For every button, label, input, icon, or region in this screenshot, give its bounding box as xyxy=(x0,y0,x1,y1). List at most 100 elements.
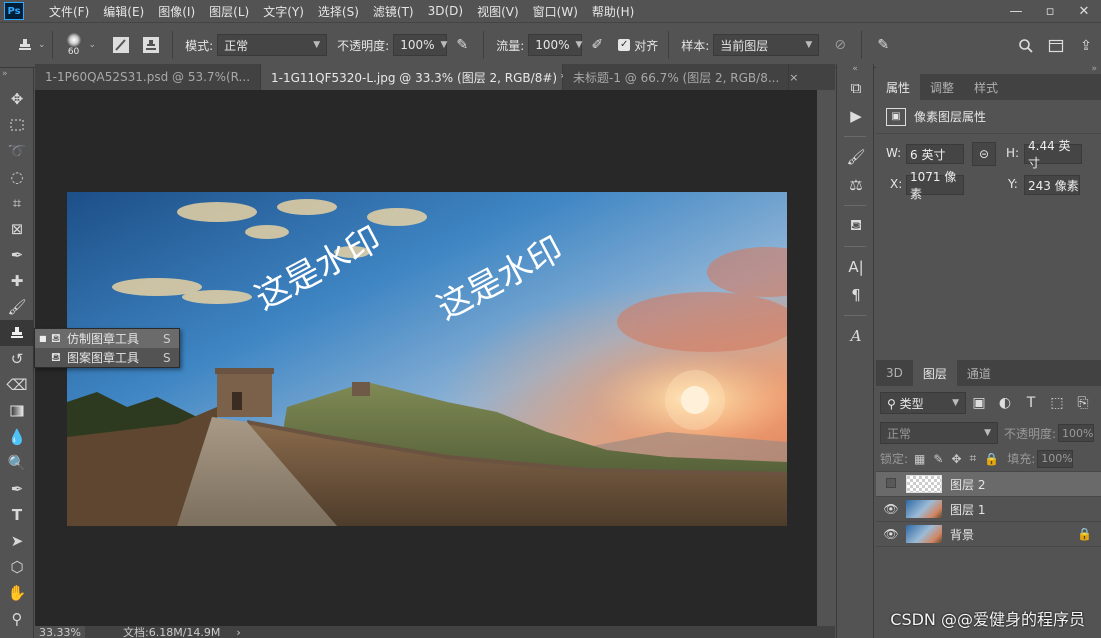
filter-type-icon[interactable]: T xyxy=(1020,392,1042,414)
layer-name[interactable]: 图层 1 xyxy=(950,501,1101,518)
character-icon[interactable]: A| xyxy=(837,253,875,281)
share-icon[interactable]: ⇪ xyxy=(1075,35,1097,57)
eye-icon[interactable]: 👁 xyxy=(876,502,906,516)
lock-pixels-icon[interactable]: ✎ xyxy=(933,452,943,466)
paragraph-icon[interactable]: ¶ xyxy=(837,281,875,309)
maximize-icon[interactable]: ▫ xyxy=(1033,0,1067,22)
tool-preset-arrow-icon[interactable]: ⌄ xyxy=(38,40,46,50)
blend-mode-select[interactable]: 正常 ▼ xyxy=(880,422,998,444)
flyout-pattern-stamp[interactable]: ⛾ 图案图章工具 S xyxy=(35,348,179,367)
flow-input[interactable]: 100% ▼ xyxy=(528,34,582,56)
clone-stamp-tool-icon[interactable] xyxy=(0,320,34,346)
menu-view[interactable]: 视图(V) xyxy=(470,3,526,20)
tab-3d[interactable]: 3D xyxy=(876,360,913,386)
lasso-tool-icon[interactable]: ➰ xyxy=(0,138,34,164)
glyphs-icon[interactable]: A xyxy=(837,322,875,350)
y-field[interactable]: 243 像素 xyxy=(1024,175,1080,195)
link-icon[interactable]: ⊝ xyxy=(972,142,996,166)
airbrush-icon[interactable]: ✐ xyxy=(586,34,608,56)
quick-selection-tool-icon[interactable]: ◌ xyxy=(0,164,34,190)
layer-name[interactable]: 图层 2 xyxy=(950,476,1101,493)
zoom-tool-icon[interactable]: ⚲ xyxy=(0,606,34,632)
flyout-clone-stamp[interactable]: ■ ⛾ 仿制图章工具 S xyxy=(35,329,179,348)
document-tab[interactable]: 未标题-1 @ 66.7% (图层 2, RGB/8... × xyxy=(563,64,799,90)
clone-source-icon[interactable]: ⛾ xyxy=(837,212,875,240)
menu-image[interactable]: 图像(I) xyxy=(151,3,202,20)
eraser-tool-icon[interactable]: ⌫ xyxy=(0,372,34,398)
frame-tool-icon[interactable]: ⊠ xyxy=(0,216,34,242)
sample-select[interactable]: 当前图层 ▼ xyxy=(713,34,820,56)
menu-layer[interactable]: 图层(L) xyxy=(202,3,256,20)
pressure-opacity-icon[interactable]: ✎ xyxy=(451,34,473,56)
aligned-checkbox[interactable]: ✓ xyxy=(618,39,631,51)
move-tool-icon[interactable]: ✥ xyxy=(0,86,34,112)
gradient-tool-icon[interactable] xyxy=(0,398,34,424)
menu-filter[interactable]: 滤镜(T) xyxy=(366,3,421,20)
tab-adjustments[interactable]: 调整 xyxy=(920,74,964,100)
ignore-adjustment-icon[interactable]: ⊘ xyxy=(829,34,851,56)
pressure-size-icon[interactable]: ✎ xyxy=(872,34,894,56)
menu-edit[interactable]: 编辑(E) xyxy=(96,3,151,20)
close-icon[interactable]: × xyxy=(789,71,798,84)
opacity-input[interactable]: 100% ▼ xyxy=(393,34,447,56)
layer-row[interactable]: 图层 2 xyxy=(876,472,1101,497)
lock-position-icon[interactable]: ✥ xyxy=(951,452,961,466)
brush-preset-picker[interactable]: 60 xyxy=(59,26,89,64)
layer-row[interactable]: 👁 背景 🔒 xyxy=(876,522,1101,547)
filter-adjustment-icon[interactable]: ◐ xyxy=(994,392,1016,414)
filter-shape-icon[interactable]: ⬚ xyxy=(1046,392,1068,414)
history-icon[interactable]: ⧉ xyxy=(837,74,875,102)
zoom-level[interactable]: 33.33% xyxy=(35,625,85,638)
x-field[interactable]: 1071 像素 xyxy=(906,170,964,201)
layer-opacity-field[interactable]: 100% xyxy=(1058,424,1095,442)
collapse-icon[interactable]: « xyxy=(837,64,873,74)
collapse-icon[interactable]: » xyxy=(876,64,1101,74)
panel-collapse-icon[interactable]: » xyxy=(0,68,33,86)
tab-channels[interactable]: 通道 xyxy=(957,360,1001,386)
clone-stamp-icon[interactable] xyxy=(14,34,36,56)
actions-play-icon[interactable]: ▶ xyxy=(837,102,875,130)
height-field[interactable]: 4.44 英寸 xyxy=(1024,139,1082,170)
document-tab-active[interactable]: 1-1G11QF5320-L.jpg @ 33.3% (图层 2, RGB/8#… xyxy=(261,64,586,90)
tab-styles[interactable]: 样式 xyxy=(964,74,1008,100)
tab-layers[interactable]: 图层 xyxy=(912,360,957,386)
menu-window[interactable]: 窗口(W) xyxy=(526,3,585,20)
clone-source-icon[interactable] xyxy=(140,34,162,56)
shape-tool-icon[interactable]: ⬡ xyxy=(0,554,34,580)
brush-arrow-icon[interactable]: ⌄ xyxy=(89,40,97,50)
crop-tool-icon[interactable]: ⌗ xyxy=(0,190,34,216)
menu-3d[interactable]: 3D(D) xyxy=(421,4,470,18)
document-tab[interactable]: 1-1P60QA52S31.psd @ 53.7%(R... × xyxy=(35,64,269,90)
eyedropper-tool-icon[interactable]: ✒ xyxy=(0,242,34,268)
menu-select[interactable]: 选择(S) xyxy=(311,3,366,20)
path-selection-tool-icon[interactable]: ➤ xyxy=(0,528,34,554)
healing-brush-tool-icon[interactable]: ✚ xyxy=(0,268,34,294)
hand-tool-icon[interactable]: ✋ xyxy=(0,580,34,606)
layer-filter-select[interactable]: ⚲ 类型 ▼ xyxy=(880,392,966,414)
eye-icon[interactable]: 👁 xyxy=(876,527,906,541)
fill-field[interactable]: 100% xyxy=(1037,449,1074,468)
minimize-icon[interactable]: — xyxy=(999,0,1033,22)
marquee-tool-icon[interactable] xyxy=(0,112,34,138)
menu-file[interactable]: 文件(F) xyxy=(42,3,96,20)
brush-settings-icon[interactable]: 🖌 xyxy=(837,143,875,171)
menu-type[interactable]: 文字(Y) xyxy=(256,3,311,20)
filter-smart-object-icon[interactable]: ⎘ xyxy=(1072,392,1094,414)
lock-artboard-icon[interactable]: ⌗ xyxy=(970,451,977,466)
close-icon[interactable]: ✕ xyxy=(1067,0,1101,22)
search-icon[interactable] xyxy=(1015,35,1037,57)
lock-transparent-icon[interactable]: ▦ xyxy=(914,452,925,466)
brushes-icon[interactable]: ⚖ xyxy=(837,171,875,199)
chevron-right-icon[interactable]: › xyxy=(236,626,240,638)
layer-row[interactable]: 👁 图层 1 xyxy=(876,497,1101,522)
tab-properties[interactable]: 属性 xyxy=(876,74,921,100)
pen-tool-icon[interactable]: ✒ xyxy=(0,476,34,502)
workspace-icon[interactable] xyxy=(1045,35,1067,57)
dodge-tool-icon[interactable]: 🔍 xyxy=(0,450,34,476)
menu-help[interactable]: 帮助(H) xyxy=(585,3,641,20)
vertical-scrollbar[interactable] xyxy=(817,90,835,626)
lock-all-icon[interactable]: 🔒 xyxy=(984,452,999,466)
visibility-toggle-empty[interactable] xyxy=(876,477,906,491)
history-brush-tool-icon[interactable]: ↺ xyxy=(0,346,34,372)
layer-name[interactable]: 背景 xyxy=(950,526,1077,543)
